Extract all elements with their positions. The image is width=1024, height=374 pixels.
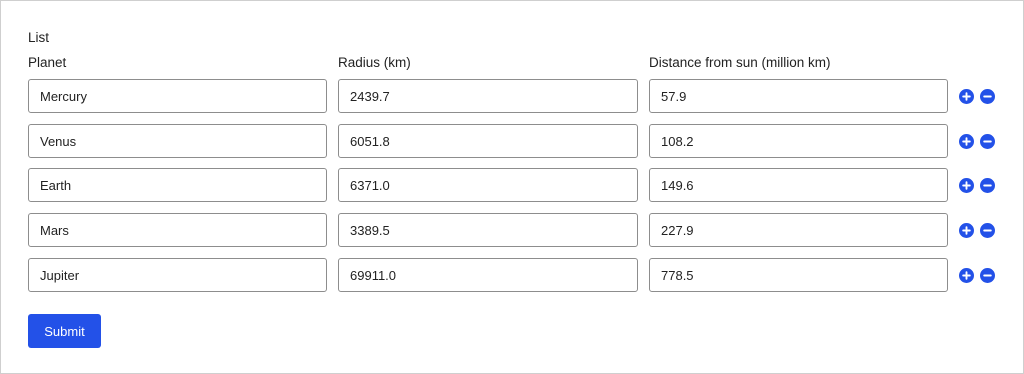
minus-circle-icon [983,229,992,232]
distance-input[interactable] [649,258,948,292]
plus-circle-icon [962,271,971,280]
plus-circle-icon [962,92,971,101]
distance-input[interactable] [649,168,948,202]
minus-circle-icon [983,274,992,277]
column-header-radius: Radius (km) [338,55,411,70]
column-header-planet: Planet [28,55,67,70]
radius-input[interactable] [338,79,638,113]
remove-row-button[interactable] [980,223,995,238]
list-row [28,124,998,158]
list-row [28,79,998,113]
list-row [28,213,998,247]
planet-input[interactable] [28,124,327,158]
minus-circle-icon [983,184,992,187]
list-label: List [28,30,50,45]
plus-circle-icon [962,181,971,190]
add-row-button[interactable] [959,134,974,149]
radius-input[interactable] [338,213,638,247]
submit-button[interactable]: Submit [28,314,101,348]
plus-circle-icon [962,137,971,146]
plus-circle-icon [962,226,971,235]
minus-circle-icon [983,95,992,98]
planet-input[interactable] [28,258,327,292]
remove-row-button[interactable] [980,89,995,104]
remove-row-button[interactable] [980,268,995,283]
radius-input[interactable] [338,124,638,158]
remove-row-button[interactable] [980,178,995,193]
planet-input[interactable] [28,213,327,247]
add-row-button[interactable] [959,178,974,193]
list-row [28,258,998,292]
radius-input[interactable] [338,168,638,202]
list-row [28,168,998,202]
form-container: List Planet Radius (km) Distance from su… [0,0,1024,374]
column-header-distance: Distance from sun (million km) [649,55,831,70]
add-row-button[interactable] [959,268,974,283]
distance-input[interactable] [649,124,948,158]
remove-row-button[interactable] [980,134,995,149]
distance-input[interactable] [649,79,948,113]
planet-input[interactable] [28,168,327,202]
planet-input[interactable] [28,79,327,113]
add-row-button[interactable] [959,89,974,104]
radius-input[interactable] [338,258,638,292]
minus-circle-icon [983,140,992,143]
add-row-button[interactable] [959,223,974,238]
distance-input[interactable] [649,213,948,247]
